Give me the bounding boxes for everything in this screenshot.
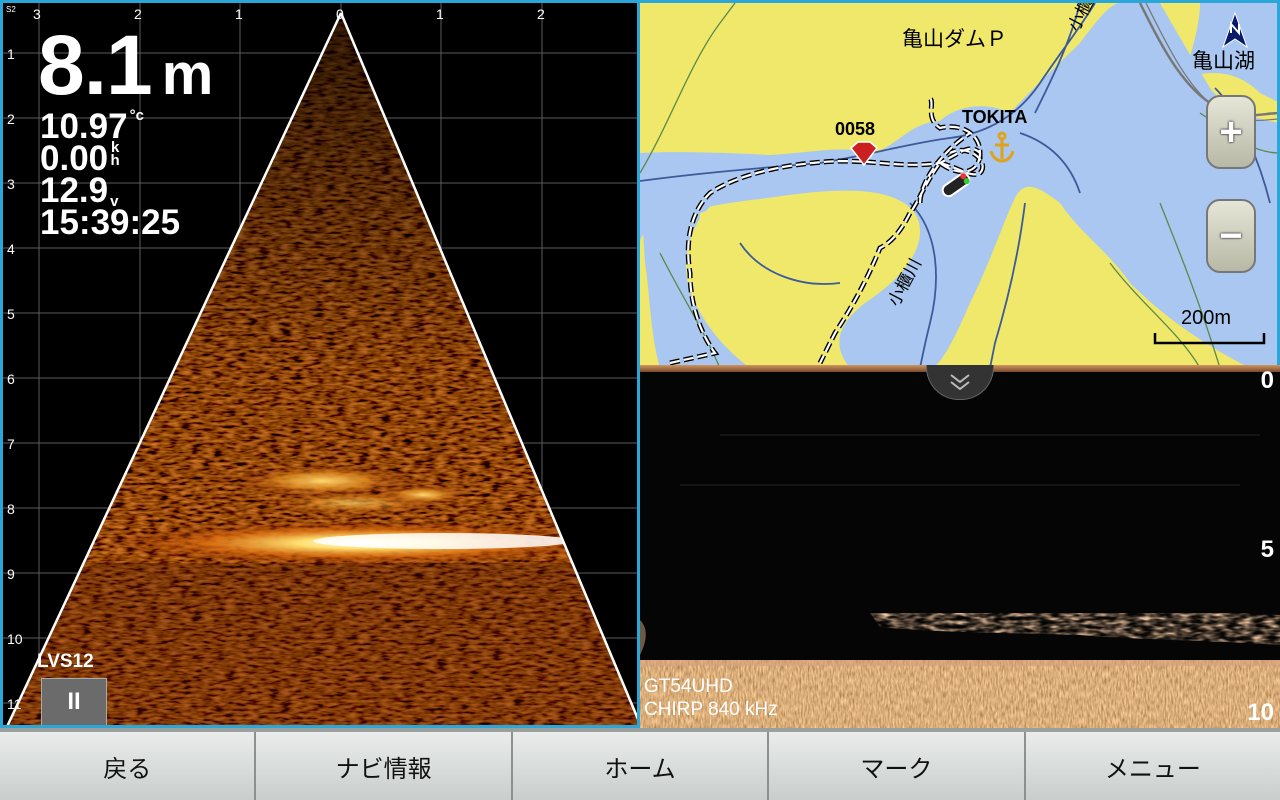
nav-info-button[interactable]: ナビ情報 — [256, 732, 513, 800]
sonar-transducer-label: GT54UHD — [644, 676, 733, 697]
depth-value: 8.1 — [38, 18, 153, 112]
mark-button[interactable]: マーク — [769, 732, 1026, 800]
sonar-history-image — [640, 373, 1280, 728]
depth-tick: 11 — [7, 696, 22, 712]
bottom-menu-bar: 戻る ナビ情報 ホーム マーク メニュー — [0, 728, 1280, 800]
depth-tick: 4 — [7, 241, 15, 257]
anchor-label: TOKITA — [962, 107, 1028, 127]
depth-tick: 2 — [7, 111, 15, 127]
depth-readout: 8.1 m — [38, 23, 213, 107]
zoom-in-button[interactable]: + — [1206, 95, 1256, 169]
clock-readout: 15:39:25 — [40, 203, 181, 242]
depth-tick: 9 — [7, 566, 15, 582]
pause-button[interactable]: II — [41, 678, 107, 725]
depth-tick: 1 — [7, 46, 15, 62]
place-label-dam-park: 亀山ダムＰ — [902, 28, 1007, 51]
home-button[interactable]: ホーム — [512, 732, 770, 800]
depth-tick: 6 — [7, 371, 15, 387]
frequency-corner-label: S2 — [6, 5, 16, 14]
double-chevron-down-icon — [950, 374, 970, 391]
sonar-frequency-label: CHIRP 840 kHz — [644, 699, 778, 720]
waypoint-label: 0058 — [835, 119, 876, 139]
depth-unit: m — [161, 42, 214, 107]
range-tick: 2 — [537, 6, 545, 22]
chart-map-pane[interactable]: 亀山ダムＰ 亀山湖 小櫃川 小櫃川 0058 TOKITA + − 200m — [640, 0, 1280, 365]
range-tick: 0 — [336, 6, 344, 22]
livescope-pane[interactable]: S2 3 2 1 0 1 2 1 2 3 4 5 6 7 8 9 10 11 8… — [0, 0, 640, 728]
back-button[interactable]: 戻る — [0, 732, 257, 800]
range-tick: 1 — [235, 6, 243, 22]
north-arrow-icon — [1222, 11, 1248, 49]
sonar-depth-tick: 10 — [1247, 699, 1274, 726]
depth-tick: 7 — [7, 436, 15, 452]
transducer-label: LVS12 — [37, 651, 94, 672]
place-label-lake: 亀山湖 — [1192, 50, 1255, 73]
range-tick: 1 — [436, 6, 444, 22]
depth-tick: 8 — [7, 501, 15, 517]
depth-tick: 5 — [7, 306, 15, 322]
depth-tick: 3 — [7, 176, 15, 192]
traditional-sonar-pane[interactable]: 0 5 10 GT54UHD CHIRP 840 kHz — [640, 365, 1280, 728]
boat-position-icon — [941, 172, 971, 198]
speed-unit: kh — [110, 140, 120, 169]
waypoint-icon[interactable] — [848, 141, 880, 169]
depth-tick: 10 — [7, 631, 23, 647]
anchor-icon[interactable] — [987, 131, 1017, 165]
menu-button[interactable]: メニュー — [1025, 732, 1280, 800]
water-temp-unit: °c — [129, 107, 144, 124]
sonar-depth-tick: 5 — [1260, 536, 1274, 563]
speed-unit-bottom: h — [110, 152, 120, 169]
zoom-out-button[interactable]: − — [1206, 199, 1256, 273]
sonar-depth-tick: 0 — [1260, 367, 1274, 394]
scale-label: 200m — [1181, 307, 1232, 329]
